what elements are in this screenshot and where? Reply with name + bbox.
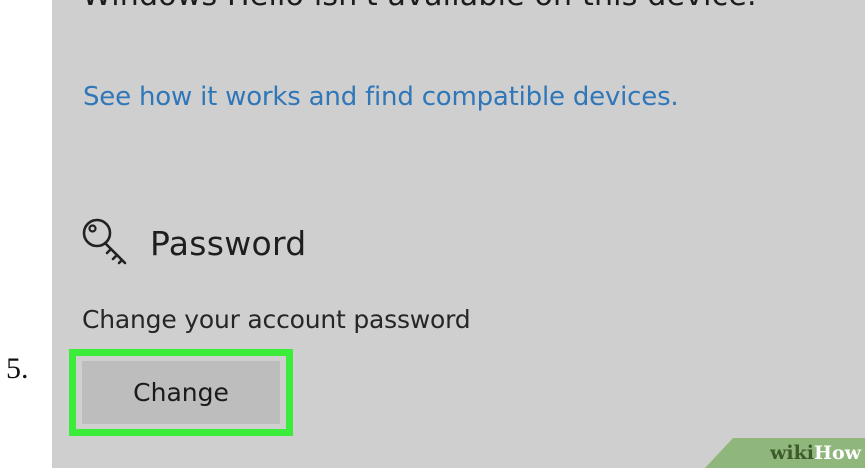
password-description: Change your account password [82,305,471,334]
watermark-part1: wiki [770,442,815,464]
watermark-part2: How [814,442,861,464]
windows-hello-message: Windows Hello isn't available on this de… [82,0,757,13]
change-password-button[interactable]: Change [82,361,280,424]
password-title: Password [150,223,307,263]
compatible-devices-link[interactable]: See how it works and find compatible dev… [83,82,679,112]
sign-in-options-panel: Windows Hello isn't available on this de… [52,0,865,468]
password-section-heading: Password [80,213,307,273]
wikihow-watermark: wiki How [705,438,865,468]
step-number: 5. [6,352,29,385]
key-icon [80,216,134,270]
